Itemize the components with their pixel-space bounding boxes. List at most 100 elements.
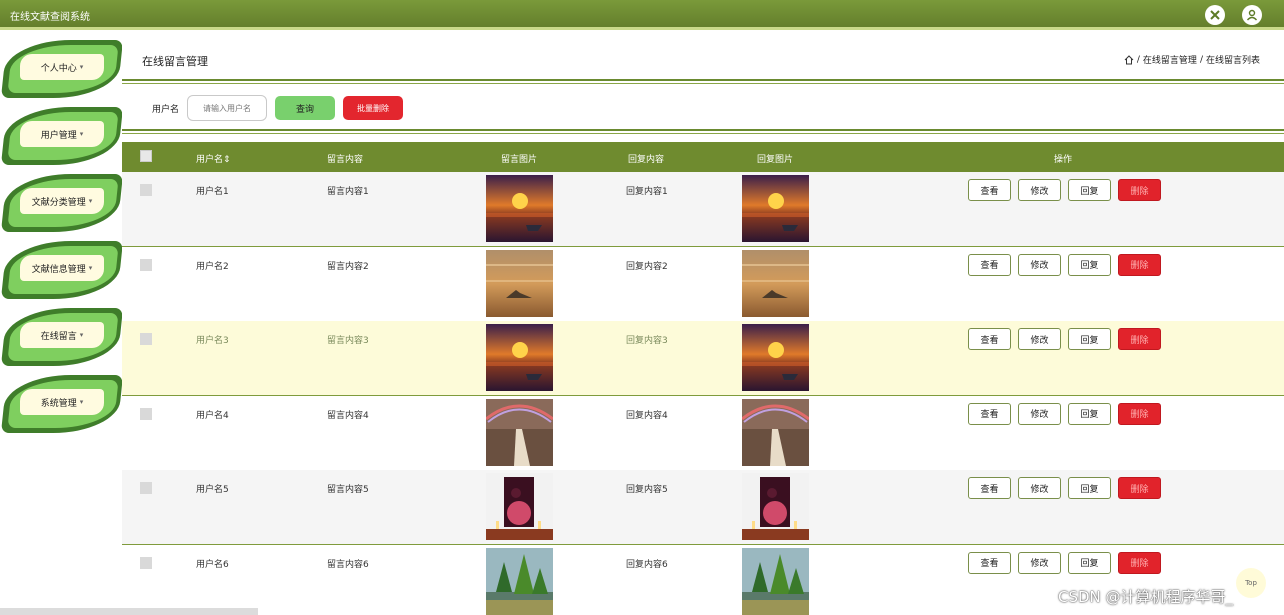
table-row[interactable]: 用户名1 留言内容1 回复内容1 查看 修改 回复 删除 bbox=[122, 172, 1284, 247]
message-image[interactable] bbox=[486, 249, 553, 317]
delete-button[interactable]: 删除 bbox=[1118, 477, 1161, 499]
view-button[interactable]: 查看 bbox=[968, 551, 1011, 574]
cell-username: 用户名3 bbox=[196, 336, 229, 346]
sidebar-item-label: 用户管理 bbox=[40, 130, 77, 141]
row-checkbox[interactable] bbox=[140, 482, 152, 494]
caret-down-icon: ▾ bbox=[79, 331, 84, 339]
column-header-reply-image: 回复图片 bbox=[757, 155, 794, 165]
delete-button[interactable]: 删除 bbox=[1118, 402, 1161, 425]
row-checkbox[interactable] bbox=[140, 258, 152, 271]
column-header-username[interactable]: 用户名⇕ bbox=[196, 152, 231, 165]
reply-button[interactable]: 回复 bbox=[1068, 402, 1111, 425]
view-button[interactable]: 查看 bbox=[968, 402, 1011, 425]
reply-image[interactable] bbox=[741, 398, 810, 466]
edit-button[interactable]: 修改 bbox=[1018, 253, 1061, 276]
cell-message: 留言内容3 bbox=[327, 336, 369, 346]
row-checkbox[interactable] bbox=[140, 333, 152, 345]
sidebar-item-label: 个人中心 bbox=[40, 63, 77, 74]
table-row[interactable]: 用户名3 留言内容3 回复内容3 查看 修改 回复 删除 bbox=[122, 321, 1284, 396]
sidebar-item[interactable]: 个人中心 ▾ bbox=[0, 36, 124, 102]
username-search-input[interactable]: 请输入用户名 bbox=[187, 95, 268, 121]
sidebar-item-pill[interactable]: 文献分类管理 ▾ bbox=[20, 188, 104, 214]
sidebar-item[interactable]: 在线留言 ▾ bbox=[0, 304, 124, 370]
search-label: 用户名 bbox=[152, 104, 180, 115]
page-title: 在线留言管理 bbox=[142, 55, 208, 68]
query-button[interactable]: 查询 bbox=[275, 96, 336, 120]
reply-image[interactable] bbox=[742, 249, 809, 317]
breadcrumb-item[interactable]: 在线留言管理 bbox=[1143, 53, 1197, 66]
view-button[interactable]: 查看 bbox=[968, 477, 1011, 499]
breadcrumb: / 在线留言管理 / 在线留言列表 bbox=[1124, 53, 1260, 66]
message-image[interactable] bbox=[486, 324, 553, 391]
reply-button[interactable]: 回复 bbox=[1068, 179, 1111, 201]
column-header-reply: 回复内容 bbox=[628, 155, 665, 165]
select-all-checkbox[interactable] bbox=[140, 150, 152, 162]
column-header-message-image: 留言图片 bbox=[501, 155, 538, 165]
watermark: CSDN @计算机程序华哥_ bbox=[1058, 588, 1234, 606]
cell-username: 用户名1 bbox=[196, 187, 229, 197]
table-row[interactable]: 用户名4 留言内容4 回复内容4 查看 修改 回复 删除 bbox=[122, 395, 1284, 471]
back-to-top-button[interactable]: Top bbox=[1236, 568, 1266, 598]
fullscreen-icon[interactable] bbox=[1205, 5, 1225, 25]
view-button[interactable]: 查看 bbox=[968, 328, 1011, 350]
table-row[interactable]: 用户名5 留言内容5 回复内容5 查看 修改 回复 删除 bbox=[122, 470, 1284, 545]
row-actions: 查看 修改 回复 删除 bbox=[968, 328, 1161, 350]
edit-button[interactable]: 修改 bbox=[1018, 328, 1061, 350]
sidebar-item-label: 文献信息管理 bbox=[31, 264, 86, 275]
edit-button[interactable]: 修改 bbox=[1018, 179, 1061, 201]
reply-button[interactable]: 回复 bbox=[1068, 551, 1111, 574]
message-image[interactable] bbox=[485, 398, 554, 466]
delete-button[interactable]: 删除 bbox=[1118, 253, 1161, 276]
message-image[interactable] bbox=[486, 473, 553, 540]
cell-reply: 回复内容1 bbox=[626, 187, 668, 197]
row-checkbox[interactable] bbox=[140, 184, 152, 196]
cell-message: 留言内容4 bbox=[327, 410, 369, 421]
row-checkbox[interactable] bbox=[140, 556, 152, 569]
table-header: 用户名⇕ 留言内容 留言图片 回复内容 回复图片 操作 bbox=[122, 142, 1284, 172]
divider bbox=[122, 133, 1284, 134]
sidebar-item[interactable]: 文献分类管理 ▾ bbox=[0, 170, 124, 236]
view-button[interactable]: 查看 bbox=[968, 253, 1011, 276]
row-checkbox[interactable] bbox=[140, 407, 152, 420]
reply-image[interactable] bbox=[742, 324, 809, 391]
cell-reply: 回复内容5 bbox=[626, 485, 668, 495]
reply-image[interactable] bbox=[742, 473, 809, 540]
batch-delete-button[interactable]: 批量删除 bbox=[343, 96, 404, 120]
home-icon[interactable] bbox=[1124, 54, 1134, 65]
reply-image[interactable] bbox=[742, 547, 809, 615]
message-image[interactable] bbox=[486, 175, 553, 242]
sidebar-item-pill[interactable]: 系统管理 ▾ bbox=[20, 389, 104, 415]
edit-button[interactable]: 修改 bbox=[1018, 402, 1061, 425]
message-image[interactable] bbox=[486, 547, 553, 615]
sidebar-item[interactable]: 用户管理 ▾ bbox=[0, 103, 124, 169]
breadcrumb-item-current: 在线留言列表 bbox=[1205, 56, 1260, 66]
reply-button[interactable]: 回复 bbox=[1068, 477, 1111, 499]
reply-image[interactable] bbox=[742, 175, 809, 242]
delete-button[interactable]: 删除 bbox=[1118, 328, 1161, 350]
sidebar-item-pill[interactable]: 在线留言 ▾ bbox=[20, 322, 104, 348]
sidebar-item-pill[interactable]: 文献信息管理 ▾ bbox=[20, 255, 104, 281]
view-button[interactable]: 查看 bbox=[968, 179, 1011, 201]
delete-button[interactable]: 删除 bbox=[1118, 179, 1161, 201]
column-header-actions: 操作 bbox=[1054, 155, 1073, 165]
status-strip bbox=[0, 608, 258, 615]
delete-button[interactable]: 删除 bbox=[1118, 551, 1161, 574]
reply-button[interactable]: 回复 bbox=[1068, 253, 1111, 276]
caret-down-icon: ▾ bbox=[79, 130, 84, 138]
table-row[interactable]: 用户名2 留言内容2 回复内容2 查看 修改 回复 删除 bbox=[122, 246, 1284, 322]
edit-button[interactable]: 修改 bbox=[1018, 477, 1061, 499]
cell-reply: 回复内容4 bbox=[626, 410, 668, 421]
sidebar: 个人中心 ▾ 用户管理 ▾ 文献分类管理 ▾ 文献信息管理 ▾ 在线留言 ▾ 系统管理 ▾ bbox=[0, 33, 124, 615]
breadcrumb-sep: / bbox=[1199, 54, 1203, 65]
sort-icon[interactable]: ⇕ bbox=[223, 155, 231, 165]
sidebar-item[interactable]: 系统管理 ▾ bbox=[0, 371, 124, 437]
cell-message: 留言内容6 bbox=[327, 559, 369, 570]
reply-button[interactable]: 回复 bbox=[1068, 328, 1111, 350]
sidebar-item-pill[interactable]: 用户管理 ▾ bbox=[20, 121, 104, 147]
sidebar-item[interactable]: 文献信息管理 ▾ bbox=[0, 237, 124, 303]
cell-username: 用户名2 bbox=[196, 261, 229, 272]
edit-button[interactable]: 修改 bbox=[1018, 551, 1061, 574]
user-icon[interactable] bbox=[1242, 5, 1262, 25]
caret-down-icon: ▾ bbox=[79, 398, 84, 406]
sidebar-item-pill[interactable]: 个人中心 ▾ bbox=[20, 54, 104, 80]
